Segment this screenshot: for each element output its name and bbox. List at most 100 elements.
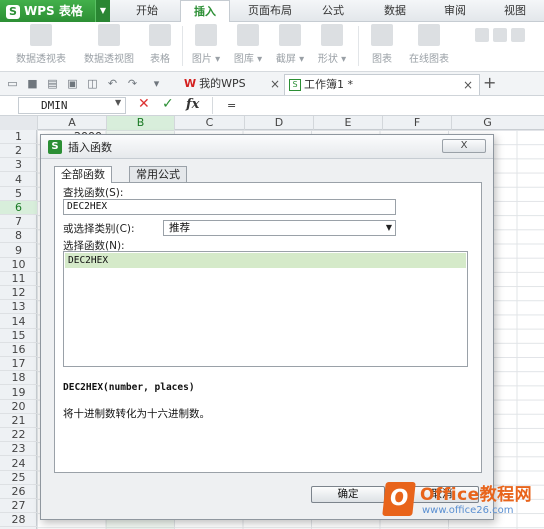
row-header[interactable]: 18 (0, 371, 37, 386)
row-header[interactable]: 13 (0, 300, 37, 315)
column-header[interactable]: E (313, 116, 382, 130)
export-icon[interactable]: ▤ (46, 77, 59, 90)
column-header[interactable]: A (37, 116, 106, 130)
column-header[interactable]: D (244, 116, 313, 130)
shapes-button[interactable]: 形状 ▾ (314, 24, 350, 65)
function-signature: DEC2HEX(number, places) (63, 382, 195, 393)
watermark-url: www.office26.com (422, 505, 514, 516)
print-preview-icon[interactable]: ◫ (86, 77, 99, 90)
row-header[interactable]: 8 (0, 229, 37, 244)
function-search-input[interactable]: DEC2HEX (63, 199, 396, 215)
row-header[interactable]: 20 (0, 400, 37, 414)
search-label: 查找函数(S): (63, 187, 124, 199)
row-header[interactable]: 21 (0, 414, 37, 428)
row-header[interactable]: 10 (0, 258, 37, 272)
row-header[interactable]: 19 (0, 386, 37, 400)
pivot-chart-button[interactable]: 数据透视图 (78, 24, 140, 65)
close-tab-icon[interactable]: × (270, 74, 280, 94)
tab-view[interactable]: 视图 (492, 0, 538, 22)
row-header[interactable]: 22 (0, 428, 37, 443)
row-header[interactable]: 28 (0, 513, 37, 528)
table-button[interactable]: 表格 (144, 24, 176, 65)
row-header[interactable]: 25 (0, 471, 37, 485)
gallery-button[interactable]: 图库 ▾ (230, 24, 266, 65)
column-header[interactable]: B (106, 116, 174, 130)
row-header[interactable]: 4 (0, 173, 37, 187)
tab-home[interactable]: 开始 (126, 0, 168, 22)
name-box[interactable]: DMIN (18, 97, 126, 114)
tab-page-layout[interactable]: 页面布局 (240, 0, 300, 22)
row-header[interactable]: 12 (0, 286, 37, 301)
row-header[interactable]: 24 (0, 457, 37, 471)
row-header[interactable]: 11 (0, 272, 37, 286)
doc-tab-workbook[interactable]: S 工作簿1 * × (284, 74, 480, 95)
row-header[interactable]: 9 (0, 244, 37, 258)
row-header[interactable]: 5 (0, 187, 37, 201)
name-box-dropdown-icon[interactable]: ▼ (115, 98, 121, 107)
chart-button[interactable]: 图表 (366, 24, 398, 65)
insert-function-icon[interactable]: fx (186, 97, 199, 112)
ribbon-separator (358, 26, 359, 66)
picture-button[interactable]: 图片 ▾ (188, 24, 224, 65)
save-icon[interactable]: ■ (26, 77, 39, 90)
confirm-edit-icon[interactable]: ✓ (162, 96, 174, 112)
ribbon-separator (182, 26, 183, 66)
picture-label: 图片 ▾ (191, 54, 221, 65)
category-value: 推荐 (169, 222, 190, 234)
row-header[interactable]: 15 (0, 329, 37, 343)
column-chart-icon (475, 28, 489, 42)
row-headers: 1 2 3 4 5 6 7 8 9 10 11 12 13 14 15 16 17 18 19 20 21 22 23 24 2… (0, 130, 37, 529)
ok-button[interactable]: 确定 (311, 486, 385, 503)
list-item[interactable]: DEC2HEX (65, 253, 466, 268)
row-header[interactable]: 26 (0, 485, 37, 499)
tab-review[interactable]: 审阅 (432, 0, 478, 22)
close-tab-icon[interactable]: × (463, 75, 473, 95)
redo-icon[interactable]: ↷ (126, 77, 139, 90)
shapes-label: 形状 ▾ (317, 54, 347, 65)
screenshot-icon (279, 24, 301, 46)
row-header[interactable]: 27 (0, 499, 37, 514)
menu-bar: S WPS 表格 ▼ 开始 插入 页面布局 公式 数据 审阅 视图 (0, 0, 544, 23)
app-menu-button[interactable]: S WPS 表格 (0, 0, 110, 22)
tab-common-formulas[interactable]: 常用公式 (129, 166, 187, 182)
function-list[interactable]: DEC2HEX (63, 251, 468, 367)
tab-all-functions[interactable]: 全部函数 (54, 166, 112, 183)
dialog-close-button[interactable]: X (442, 139, 486, 153)
column-header[interactable]: F (382, 116, 451, 130)
wps-logo-icon: S (48, 140, 62, 154)
row-header[interactable]: 17 (0, 357, 37, 372)
select-all-corner[interactable] (0, 116, 37, 130)
office-logo-icon: O (382, 482, 416, 516)
row-header[interactable]: 6 (0, 201, 37, 215)
print-icon[interactable]: ▣ (66, 77, 79, 90)
row-header[interactable]: 14 (0, 315, 37, 329)
tab-data[interactable]: 数据 (372, 0, 418, 22)
tab-formulas[interactable]: 公式 (310, 0, 356, 22)
column-header[interactable]: C (174, 116, 244, 130)
chart-type-buttons[interactable] (460, 24, 540, 45)
row-header[interactable]: 2 (0, 144, 37, 159)
quick-access-bar: ▭ ■ ▤ ▣ ◫ ↶ ↷ ▾ W 我的WPS × S 工作簿1 * × + (0, 72, 544, 96)
cancel-edit-icon[interactable]: ✕ (138, 96, 150, 112)
pivot-chart-icon (98, 24, 120, 46)
screenshot-button[interactable]: 截屏 ▾ (272, 24, 308, 65)
row-header[interactable]: 7 (0, 215, 37, 230)
column-header[interactable]: G (451, 116, 523, 130)
online-chart-button[interactable]: 在线图表 (404, 24, 454, 65)
row-header[interactable]: 23 (0, 442, 37, 457)
undo-icon[interactable]: ↶ (106, 77, 119, 90)
screenshot-label: 截屏 ▾ (275, 54, 305, 65)
row-header[interactable]: 1 (0, 130, 37, 144)
doc-tab-my-wps[interactable]: W 我的WPS × (184, 74, 280, 95)
row-header[interactable]: 16 (0, 343, 37, 357)
customize-dropdown-icon[interactable]: ▾ (150, 77, 163, 90)
tab-insert[interactable]: 插入 (180, 0, 230, 23)
app-dropdown-icon[interactable]: ▼ (95, 0, 110, 22)
pivot-table-button[interactable]: 数据透视表 (8, 24, 74, 65)
doc-tab-label: 工作簿1 * (304, 78, 353, 91)
open-icon[interactable]: ▭ (6, 77, 19, 90)
new-tab-button[interactable]: + (483, 73, 496, 92)
row-header[interactable]: 3 (0, 158, 37, 173)
category-select[interactable]: 推荐 ▼ (163, 220, 396, 236)
formula-input[interactable]: = (212, 97, 544, 114)
